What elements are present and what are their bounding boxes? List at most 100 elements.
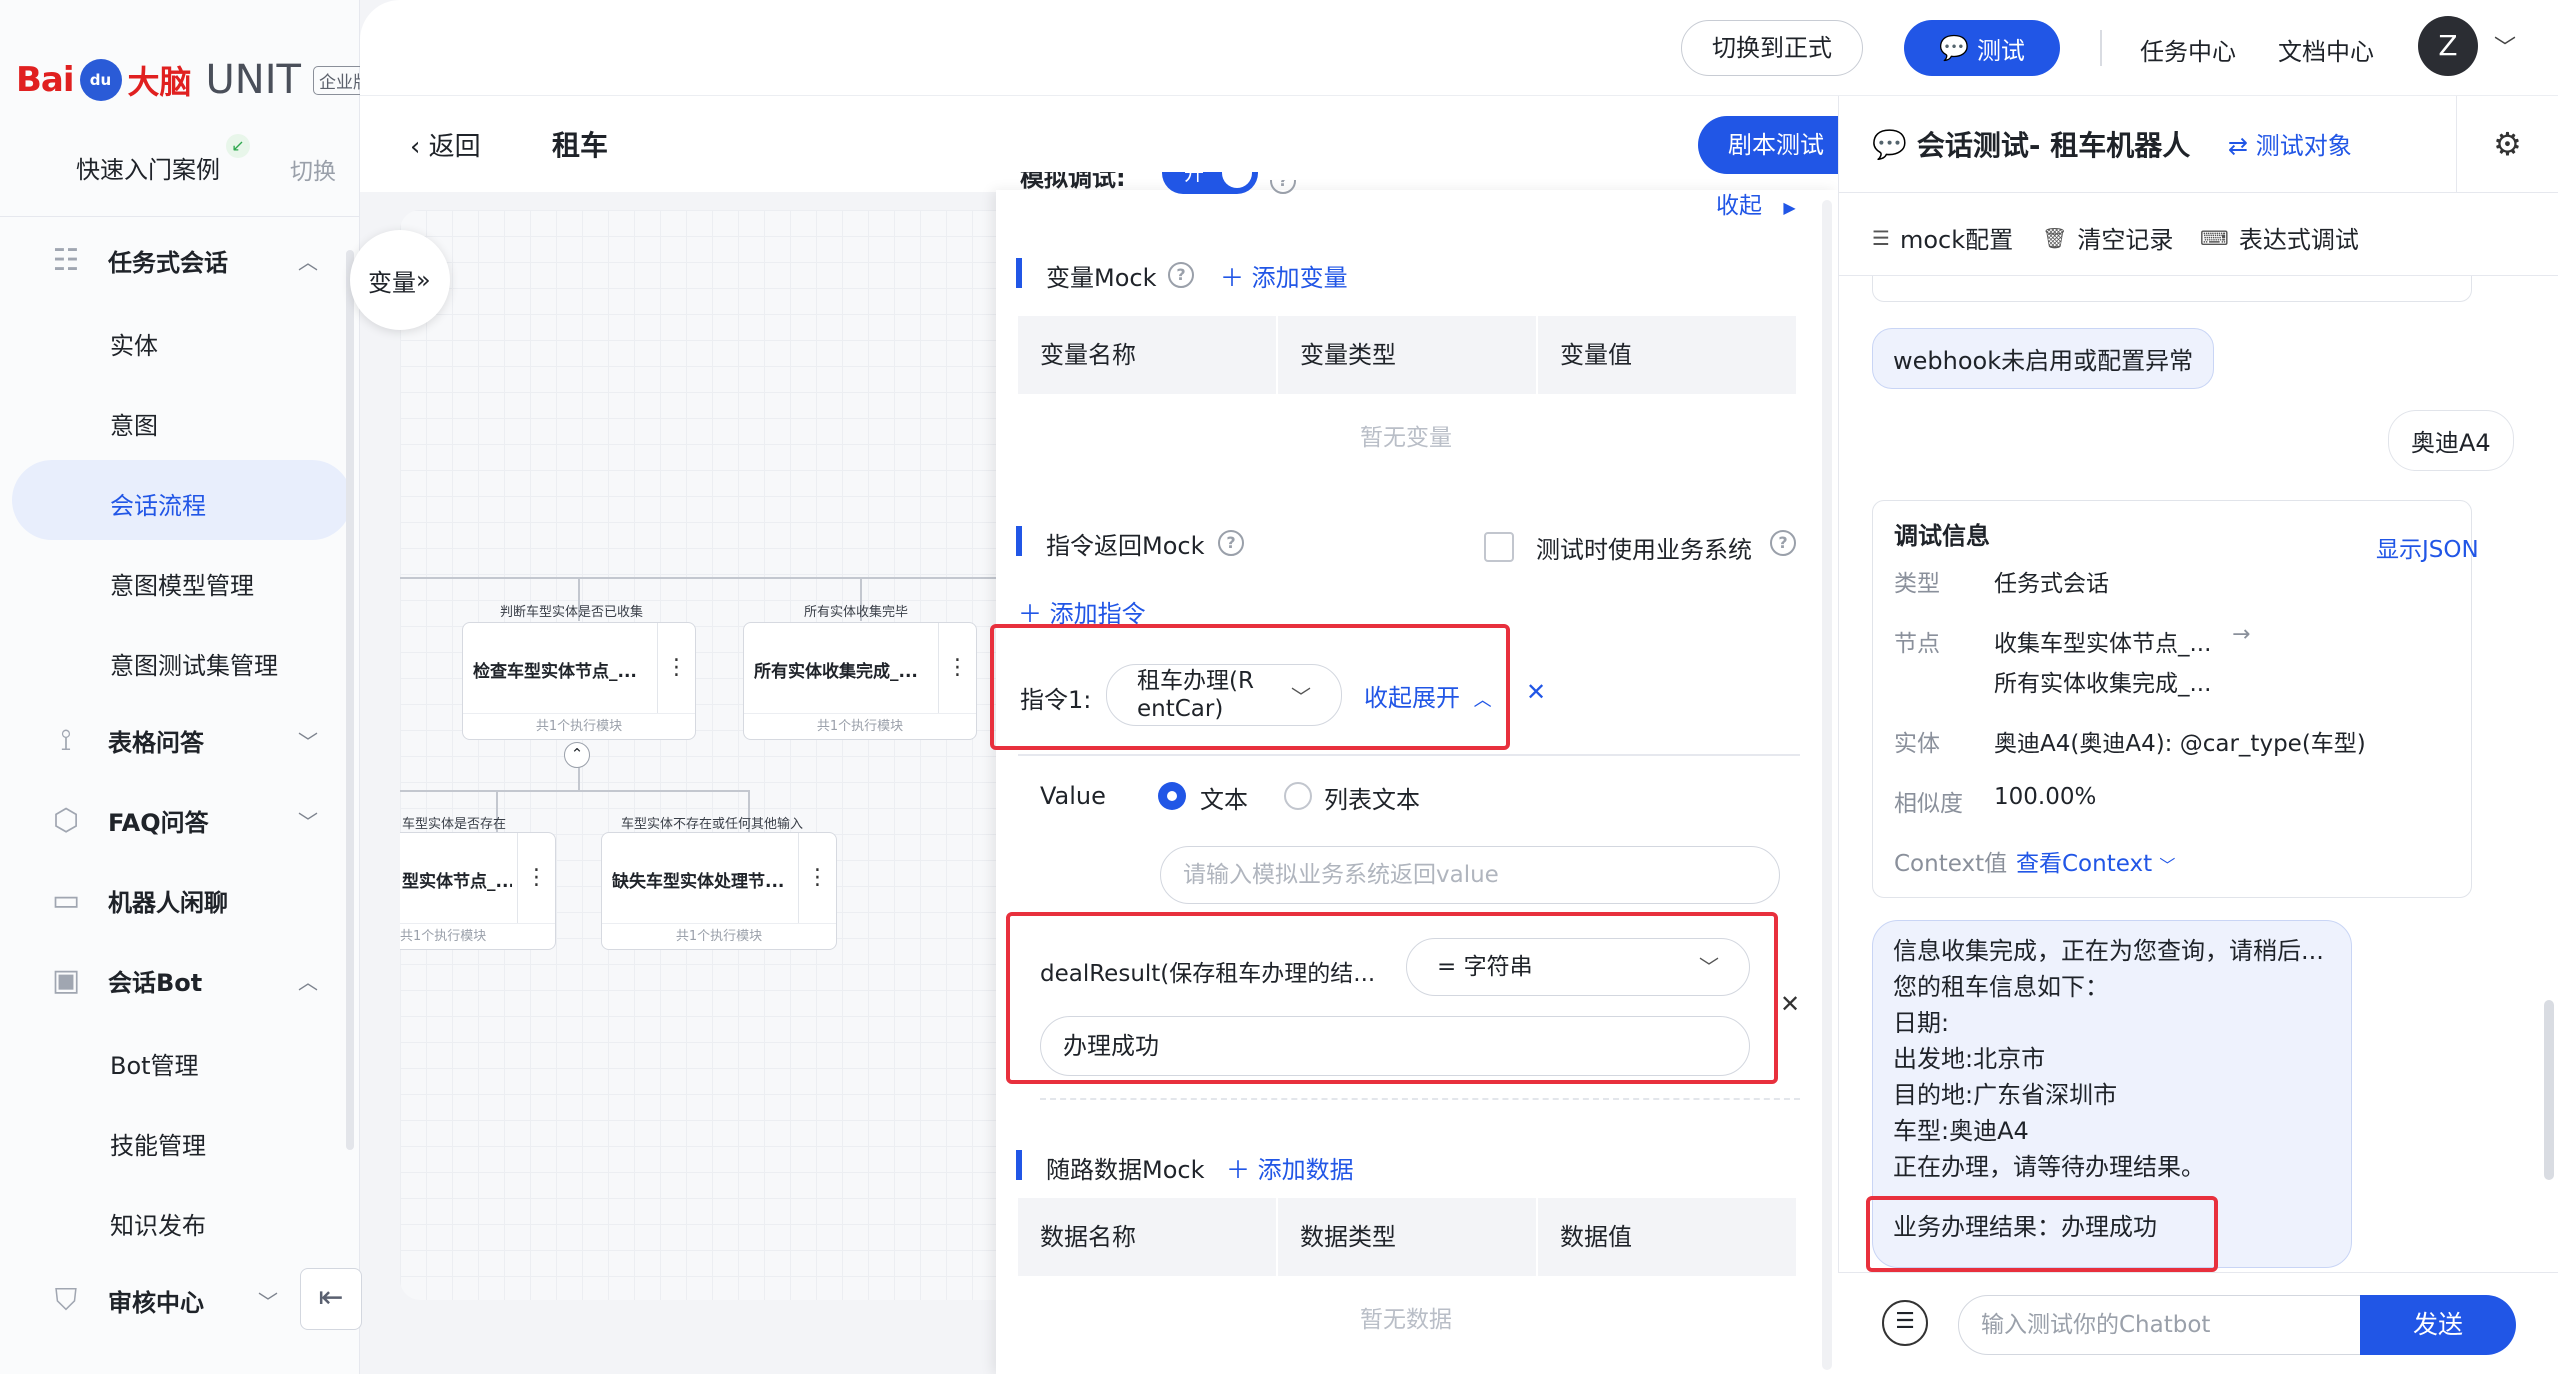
data-empty-text: 暂无数据 (1360, 1307, 1452, 1333)
faq-icon: ⬡ (52, 802, 80, 838)
test-target-link[interactable]: ⇄ 测试对象 (2228, 126, 2352, 161)
mock-panel-scrollbar[interactable] (1822, 200, 1832, 1370)
result-value-input[interactable]: 办理成功 (1040, 1016, 1750, 1076)
help-icon[interactable]: ? (1168, 262, 1194, 288)
task-center-link[interactable]: 任务中心 (2140, 32, 2236, 67)
double-chevron-right-icon: » (416, 266, 431, 294)
sidebar-group-task-dialog[interactable]: ☷ 任务式会话 ︿ (48, 236, 318, 284)
add-data-button[interactable]: ＋ 添加数据 (1226, 1150, 1354, 1185)
view-context-link[interactable]: 查看Context ﹀ (2016, 844, 2175, 878)
node-name: 所有实体收集完成_... (754, 662, 918, 682)
result-type-value: = 字符串 (1437, 954, 1533, 980)
fold-expand-button[interactable]: 收起展开 ︿ (1364, 678, 1492, 713)
back-button[interactable]: ‹ 返回 (410, 126, 481, 163)
add-data-label: 添加数据 (1257, 1156, 1354, 1184)
reply-line: 出发地:北京市 (1893, 1045, 2046, 1073)
help-icon[interactable]: ? (1218, 530, 1244, 556)
mock-config-button[interactable]: ☰ mock配置 (1872, 220, 2013, 255)
sim-debug-switch[interactable]: 开 (1162, 172, 1258, 194)
settings-gear-icon[interactable]: ⚙ (2456, 96, 2558, 192)
flow-node[interactable]: 所有实体收集完成_... ⋮ 共1个执行模块 (743, 622, 977, 740)
quick-start-case[interactable]: 快速入门案例 (76, 150, 220, 185)
node-sub: 共1个执行模块 (602, 923, 836, 949)
sidebar-item-entity[interactable]: 实体 (110, 326, 158, 361)
chitchat-icon: ▭ (51, 882, 81, 918)
more-vertical-icon[interactable]: ⋮ (938, 623, 976, 713)
sidebar-item-intent[interactable]: 意图 (110, 406, 158, 441)
sidebar-item-intent-testset[interactable]: 意图测试集管理 (110, 646, 278, 681)
show-json-link[interactable]: 显示JSON (2376, 530, 2479, 564)
remove-result-icon[interactable]: ✕ (1780, 990, 1800, 1018)
use-business-label: 测试时使用业务系统 (1536, 536, 1752, 564)
flow-node[interactable]: 缺失车型实体处理节... ⋮ 共1个执行模块 (601, 832, 837, 950)
divider (1018, 754, 1800, 756)
node-name: 缺失车型实体处理节... (612, 872, 785, 892)
collapse-sidebar-button[interactable]: ⇤ (300, 1268, 362, 1330)
code-icon: ⌨ (2200, 225, 2229, 250)
variable-toggle[interactable]: 变量 » (350, 230, 450, 330)
switch-knob (1222, 172, 1252, 188)
sidebar-group-faq[interactable]: ⬡ FAQ问答 ﹀ (48, 796, 318, 844)
chat-input[interactable]: 输入测试你的Chatbot (1958, 1295, 2362, 1355)
clear-records-button[interactable]: 🗑 清空记录 (2042, 220, 2173, 255)
sidebar-item-intent-model[interactable]: 意图模型管理 (110, 566, 254, 601)
result-type-select[interactable]: = 字符串 ﹀ (1406, 938, 1750, 996)
sidebar-scrollbar[interactable] (346, 250, 354, 1150)
user-avatar[interactable]: Z (2418, 16, 2478, 76)
sidebar-group-table-qa[interactable]: ⟟ 表格问答 ﹀ (48, 716, 318, 764)
radio-text[interactable] (1158, 782, 1186, 810)
radio-list-text[interactable] (1284, 782, 1312, 810)
shield-icon: ⛉ (54, 1282, 78, 1318)
var-empty-text: 暂无变量 (1360, 425, 1452, 451)
baidu-unit-logo[interactable]: Bai du 大脑 UNIT 企业版 (16, 52, 376, 108)
flow-node[interactable]: 检查车型实体节点_... ⋮ 共1个执行模块 (462, 622, 696, 740)
mock-value-input[interactable]: 请输入模拟业务系统返回value (1160, 846, 1780, 904)
node-name: 检查车型实体节点_... (473, 662, 637, 682)
add-variable-button[interactable]: ＋ 添加变量 (1220, 258, 1348, 293)
collapse-branch-icon[interactable]: ⌃ (564, 742, 590, 768)
chat-title: 💬 会话测试- 租车机器人 (1872, 124, 2190, 164)
flow-node[interactable]: 型实体节点_... ⋮ 共1个执行模块 (400, 832, 556, 950)
expression-debug-button[interactable]: ⌨ 表达式调试 (2200, 220, 2359, 255)
sidebar-item-dialog-flow[interactable]: 会话流程 (110, 486, 206, 521)
highlight-result-reply (1866, 1196, 2218, 1272)
data-mock-title: 随路数据Mock (1046, 1156, 1205, 1184)
chevron-down-icon[interactable]: ﹀ (2494, 30, 2516, 62)
plus-icon: ＋ (1220, 264, 1244, 292)
script-test-button[interactable]: 剧本测试 (1698, 116, 1854, 174)
more-vertical-icon[interactable]: ⋮ (657, 623, 695, 713)
doc-center-link[interactable]: 文档中心 (2278, 32, 2374, 67)
help-icon[interactable]: ? (1770, 530, 1796, 556)
more-vertical-icon[interactable]: ⋮ (798, 833, 836, 923)
sidebar-group-review[interactable]: ⛉ 审核中心 ﹀ (48, 1276, 278, 1324)
info-key: 类型 (1894, 571, 1940, 597)
chevron-down-icon: ﹀ (1699, 955, 1719, 979)
flow-edge (400, 790, 750, 792)
collapse-link[interactable]: 收起 ▶ (1716, 186, 1796, 220)
switch-to-formal-button[interactable]: 切换到正式 (1681, 20, 1863, 76)
reply-line: 车型:奥迪A4 (1893, 1117, 2029, 1145)
sidebar-group-bot[interactable]: ▣ 会话Bot ︿ (48, 956, 318, 1004)
flow-edge (578, 768, 580, 790)
chat-scrollbar[interactable] (2544, 1000, 2554, 1180)
sidebar-item-knowledge-publish[interactable]: 知识发布 (110, 1206, 206, 1241)
mock-config-label: mock配置 (1899, 226, 2014, 254)
clear-records-label: 清空记录 (2077, 226, 2174, 254)
reply-line: 目的地:广东省深圳市 (1893, 1081, 2118, 1109)
command-select[interactable]: 租车办理(R entCar) ﹀ (1106, 664, 1342, 726)
logo-nao: 大脑 (127, 63, 192, 101)
bot-icon: ▣ (51, 962, 81, 998)
dashed-divider (1040, 1098, 1800, 1100)
switch-link[interactable]: 切换 (290, 152, 336, 186)
more-vertical-icon[interactable]: ⋮ (517, 833, 555, 923)
menu-list-icon[interactable]: ☰ (1882, 1300, 1928, 1346)
test-button[interactable]: 💬 测试 (1904, 20, 2060, 76)
sidebar-group-chitchat[interactable]: ▭ 机器人闲聊 (48, 876, 318, 924)
help-icon[interactable]: ? (1270, 180, 1296, 194)
sidebar-item-skill-manage[interactable]: 技能管理 (110, 1126, 206, 1161)
remove-command-icon[interactable]: ✕ (1526, 678, 1546, 706)
collapse-label: 收起 (1716, 193, 1762, 219)
use-business-checkbox[interactable] (1484, 532, 1514, 562)
send-button[interactable]: 发送 (2360, 1295, 2516, 1355)
sidebar-item-bot-manage[interactable]: Bot管理 (110, 1046, 199, 1081)
